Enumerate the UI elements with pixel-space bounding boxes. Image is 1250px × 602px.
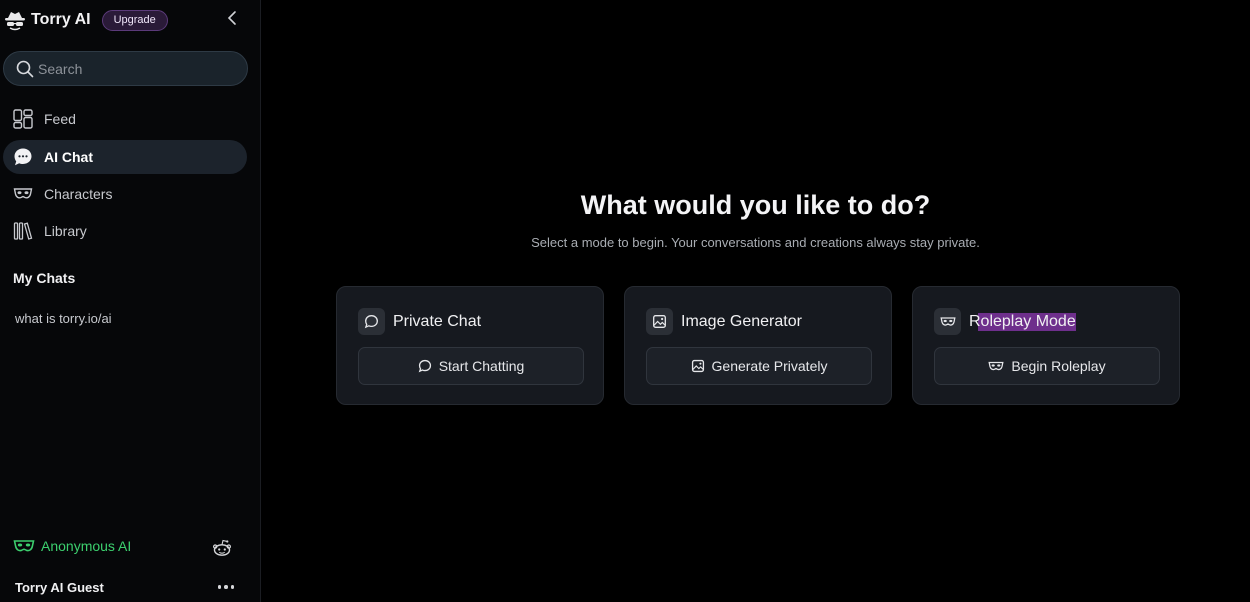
anonymous-ai-label: Anonymous AI [41, 538, 132, 554]
image-icon [691, 359, 704, 373]
green-mask-icon [13, 540, 35, 552]
card-roleplay-mode[interactable]: Roleplay Mode Begin Roleplay [912, 286, 1180, 405]
generate-privately-button[interactable]: Generate Privately [646, 347, 872, 385]
nav-item-ai-chat[interactable]: AI Chat [3, 140, 247, 174]
collapse-sidebar-button[interactable] [223, 8, 241, 28]
chat-icon [418, 359, 431, 373]
begin-roleplay-button[interactable]: Begin Roleplay [934, 347, 1160, 385]
feed-icon [13, 109, 33, 129]
page-subtitle: Select a mode to begin. Your conversatio… [531, 235, 980, 250]
anonymous-ai-link[interactable]: Anonymous AI [13, 537, 131, 555]
upgrade-button[interactable]: Upgrade [101, 9, 168, 31]
chat-bubble-icon [13, 147, 33, 167]
my-chats-heading: My Chats [13, 270, 76, 286]
chat-history-item[interactable]: what is torry.io/ai [15, 311, 112, 326]
search-icon [16, 60, 34, 77]
card-image-generator[interactable]: Image Generator Generate Privately [624, 286, 892, 405]
start-chatting-button[interactable]: Start Chatting [358, 347, 584, 385]
image-icon [646, 308, 673, 335]
search-input[interactable]: Search [3, 51, 248, 86]
button-label: Generate Privately [711, 358, 828, 374]
chat-icon [358, 308, 385, 335]
spy-logo-icon [5, 12, 25, 31]
button-label: Begin Roleplay [1011, 358, 1106, 374]
page-title: What would you like to do? [580, 190, 931, 220]
brand-name: Torry AI [31, 11, 91, 28]
nav-label-library: Library [44, 223, 87, 239]
card-header: Private Chat [358, 308, 481, 335]
mask-icon [988, 361, 1004, 370]
card-header: Roleplay Mode [934, 308, 1076, 335]
more-dot [217, 585, 222, 589]
nav-item-feed[interactable]: Feed [3, 102, 247, 136]
sidebar: Torry AI Upgrade Search Feed AI Chat Cha… [0, 0, 261, 602]
nav-label-ai-chat: AI Chat [44, 149, 93, 165]
user-name: Torry AI Guest [15, 580, 104, 595]
mask-icon [934, 308, 961, 335]
nav-label-characters: Characters [44, 186, 113, 202]
chevron-left-icon [227, 11, 236, 25]
more-dot [230, 585, 235, 589]
brand[interactable]: Torry AI Upgrade [4, 8, 168, 32]
button-label: Start Chatting [438, 358, 525, 374]
nav-label-feed: Feed [44, 111, 76, 127]
search-placeholder: Search [38, 60, 83, 77]
card-title: Private Chat [393, 312, 482, 330]
card-private-chat[interactable]: Private Chat Start Chatting [336, 286, 604, 405]
user-more-button[interactable] [215, 578, 237, 596]
more-dot [224, 585, 228, 589]
mask-icon [13, 184, 33, 204]
reddit-icon [213, 539, 231, 556]
library-icon [13, 221, 33, 241]
card-title: Roleplay Mode [969, 312, 1076, 331]
nav-item-library[interactable]: Library [3, 214, 247, 248]
reddit-link[interactable] [212, 538, 232, 558]
card-title: Image Generator [681, 312, 802, 330]
nav-item-characters[interactable]: Characters [3, 177, 247, 211]
card-header: Image Generator [646, 308, 802, 335]
